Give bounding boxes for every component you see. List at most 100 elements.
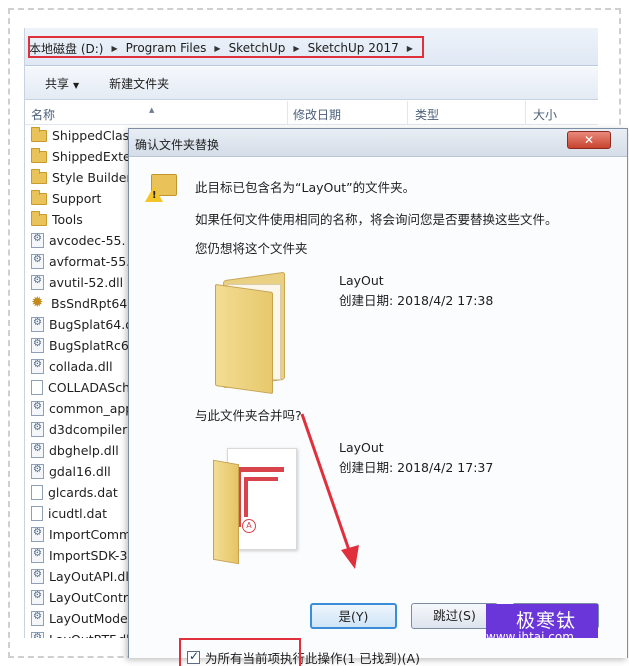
- yes-label: 是(Y): [338, 609, 369, 624]
- folder-icon: [31, 148, 47, 163]
- new-folder-button[interactable]: 新建文件夹: [93, 75, 183, 92]
- dll-icon: [31, 422, 44, 437]
- confirm-folder-replace-dialog: 确认文件夹替换 ✕ ! 此目标已包含名为“LayOut”的文件夹。 如果任何文件…: [128, 128, 628, 666]
- folder-icon: [31, 190, 47, 205]
- dll-icon: [31, 464, 44, 479]
- file-name: common_app: [49, 401, 134, 416]
- file-row[interactable]: avformat-55.: [25, 251, 145, 272]
- file-row[interactable]: LayOutAPI.dll: [25, 566, 145, 587]
- file-row[interactable]: ShippedExte: [25, 146, 145, 167]
- file-name: avcodec-55.: [49, 233, 126, 248]
- file-name: BsSndRpt64.: [51, 296, 132, 311]
- file-row[interactable]: LayOutRTF.dl: [25, 629, 145, 638]
- file-row[interactable]: Tools: [25, 209, 145, 230]
- file-name: ShippedExte: [52, 149, 131, 164]
- file-name: LayOutAPI.dll: [49, 569, 133, 584]
- folder-icon: [31, 211, 47, 226]
- new-folder-label: 新建文件夹: [109, 76, 170, 91]
- file-row[interactable]: dbghelp.dll: [25, 440, 145, 461]
- dialog-title-bar[interactable]: 确认文件夹替换 ✕: [129, 129, 627, 157]
- arrow-shaft: [300, 413, 352, 554]
- file-row[interactable]: LayOutContro: [25, 587, 145, 608]
- file-row[interactable]: avutil-52.dll: [25, 272, 145, 293]
- file-row[interactable]: Support: [25, 188, 145, 209]
- file-row[interactable]: d3dcompiler: [25, 419, 145, 440]
- dll-icon: [31, 338, 44, 353]
- file-name: Tools: [52, 212, 83, 227]
- column-header-row: 名称 ▲ 修改日期 类型 大小: [25, 101, 598, 125]
- caret-down-icon: ▼: [73, 80, 80, 90]
- checkbox-highlight-box: [179, 638, 301, 666]
- file-row[interactable]: gdal16.dll: [25, 461, 145, 482]
- dll-icon: [31, 359, 44, 374]
- dialog-body: ! 此目标已包含名为“LayOut”的文件夹。 如果任何文件使用相同的名称，将会…: [129, 158, 627, 666]
- file-name: avutil-52.dll: [49, 275, 124, 290]
- folder-icon: [31, 127, 47, 142]
- file-name: glcards.dat: [48, 485, 118, 500]
- file-row[interactable]: BugSplat64.d: [25, 314, 145, 335]
- arrow-head: [341, 545, 359, 569]
- dat-icon: [31, 485, 43, 500]
- file-name: LayOutRTF.dl: [49, 632, 130, 638]
- column-size[interactable]: 大小: [533, 106, 557, 123]
- breadcrumb-highlight-box: [28, 36, 424, 58]
- dll-icon: [31, 275, 44, 290]
- yes-button[interactable]: 是(Y): [310, 603, 397, 629]
- dll-icon: [31, 317, 44, 332]
- file-name: BugSplat64.d: [49, 317, 134, 332]
- dll-icon: [31, 611, 44, 626]
- file-list: ShippedClass ShippedExte Style Builder Supp…: [25, 125, 145, 638]
- file-row[interactable]: avcodec-55.: [25, 230, 145, 251]
- exe-icon: [31, 293, 46, 311]
- dll-icon: [31, 254, 44, 269]
- file-icon: [31, 380, 43, 395]
- dll-icon: [31, 569, 44, 584]
- file-name: ShippedClass: [52, 128, 136, 143]
- file-name: dbghelp.dll: [49, 443, 119, 458]
- close-icon: ✕: [583, 133, 595, 147]
- file-row[interactable]: glcards.dat: [25, 482, 145, 503]
- file-row[interactable]: LayOutMode: [25, 608, 145, 629]
- file-row[interactable]: collada.dll: [25, 356, 145, 377]
- skip-button[interactable]: 跳过(S): [411, 603, 498, 629]
- sort-ascending-icon: ▲: [149, 106, 155, 114]
- file-name: Support: [52, 191, 102, 206]
- file-name: d3dcompiler: [49, 422, 128, 437]
- file-name: BugSplatRc6: [49, 338, 129, 353]
- file-row[interactable]: ImportComm: [25, 524, 145, 545]
- file-name: icudtl.dat: [48, 506, 108, 521]
- dll-icon: [31, 590, 44, 605]
- file-name: avformat-55.: [49, 254, 131, 269]
- dll-icon: [31, 548, 44, 563]
- address-bar[interactable]: 本地磁盘 (D:) ▶ Program Files ▶ SketchUp ▶ S…: [25, 28, 598, 66]
- watermark-logo: 极寒钛 www.jhtai.com: [486, 604, 598, 638]
- file-row[interactable]: ShippedClass: [25, 125, 145, 146]
- dialog-title: 确认文件夹替换: [135, 138, 220, 152]
- watermark-text: 极寒钛: [516, 610, 577, 632]
- file-row[interactable]: common_app: [25, 398, 145, 419]
- file-name: collada.dll: [49, 359, 113, 374]
- file-row[interactable]: BugSplatRc6: [25, 335, 145, 356]
- dll-icon: [31, 527, 44, 542]
- watermark-url: www.jhtai.com: [486, 630, 574, 638]
- column-type[interactable]: 类型: [415, 106, 439, 123]
- dll-icon: [31, 443, 44, 458]
- column-divider[interactable]: [287, 101, 288, 125]
- file-row[interactable]: BsSndRpt64.: [25, 293, 145, 314]
- file-row[interactable]: icudtl.dat: [25, 503, 145, 524]
- close-button[interactable]: ✕: [567, 131, 611, 149]
- file-row[interactable]: COLLADASch: [25, 377, 145, 398]
- file-name: Style Builder: [52, 170, 132, 185]
- file-name: ImportSDK-3: [49, 548, 128, 563]
- column-divider[interactable]: [525, 101, 526, 125]
- column-name[interactable]: 名称: [31, 106, 55, 123]
- dat-icon: [31, 506, 43, 521]
- file-row[interactable]: Style Builder: [25, 167, 145, 188]
- file-row[interactable]: ImportSDK-3: [25, 545, 145, 566]
- column-modified[interactable]: 修改日期: [293, 106, 341, 123]
- red-arrow-annotation: [300, 413, 359, 569]
- share-button[interactable]: 共享 ▼: [25, 75, 93, 92]
- share-label: 共享: [45, 76, 70, 91]
- file-name: COLLADASch: [48, 380, 131, 395]
- column-divider[interactable]: [407, 101, 408, 125]
